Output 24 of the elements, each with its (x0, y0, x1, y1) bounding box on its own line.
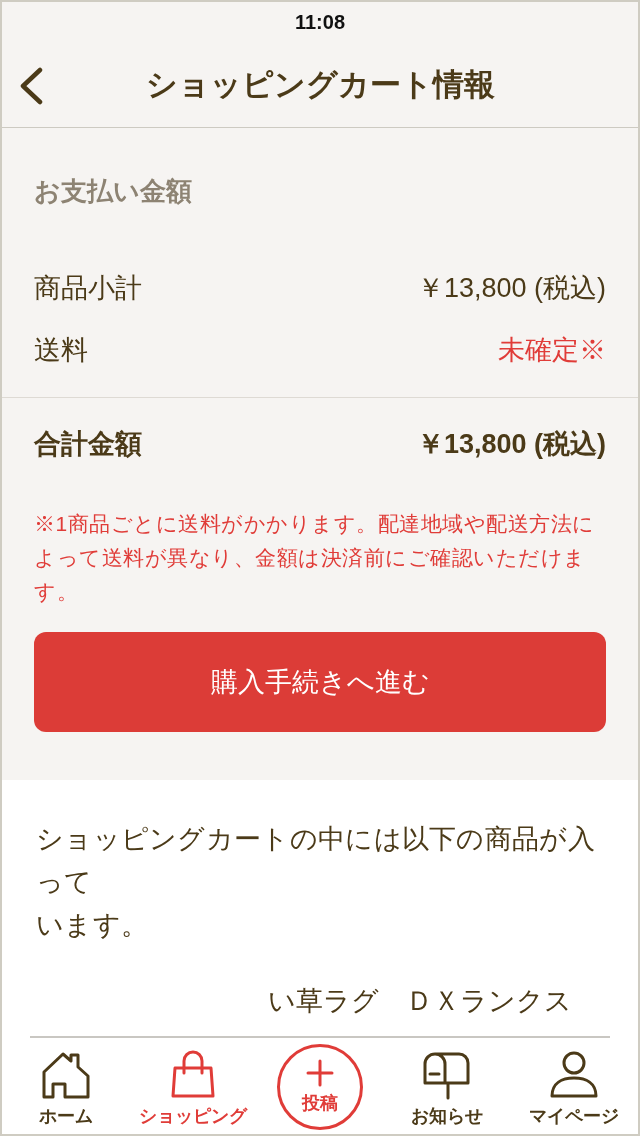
price-value: 未確定※ (498, 334, 606, 367)
notices-tab[interactable]: お知らせ (411, 1050, 484, 1128)
product-name[interactable]: い草ラグ ＤＸランクス (268, 983, 572, 1019)
total-label: 合計金額 (34, 428, 142, 461)
shipping-note: ※1商品ごとに送料がかかります。配達地域や配送方法によって送料が異なり、金額は決済前にご確認いただけます。 (34, 511, 596, 605)
status-time: 11:08 (294, 10, 346, 34)
mailbox-icon (422, 1050, 473, 1100)
page-title: ショッピングカート情報 (145, 65, 495, 104)
house-icon (40, 1050, 91, 1100)
price-label: 送料 (34, 334, 88, 367)
home-tab[interactable]: ホーム (38, 1050, 93, 1128)
post-button[interactable]: 投稿 (277, 1044, 363, 1130)
my-page-tab[interactable]: マイページ (529, 1050, 620, 1128)
section-heading: お支払い金額 (34, 175, 193, 208)
person-icon (549, 1050, 600, 1100)
chevron-left-icon[interactable] (18, 67, 44, 105)
shopping-tab[interactable]: ショッピング (138, 1050, 247, 1128)
cart-message: ショッピングカートの中には以下の商品が入って (36, 823, 596, 899)
plus-icon (306, 1059, 334, 1087)
total-value: ￥13,800 (税込) (416, 428, 606, 461)
cart-message: います。 (36, 909, 150, 942)
checkout-button[interactable]: 購入手続きへ進む (34, 632, 606, 732)
price-label: 商品小計 (34, 272, 142, 305)
price-value: ￥13,800 (税込) (416, 272, 606, 305)
